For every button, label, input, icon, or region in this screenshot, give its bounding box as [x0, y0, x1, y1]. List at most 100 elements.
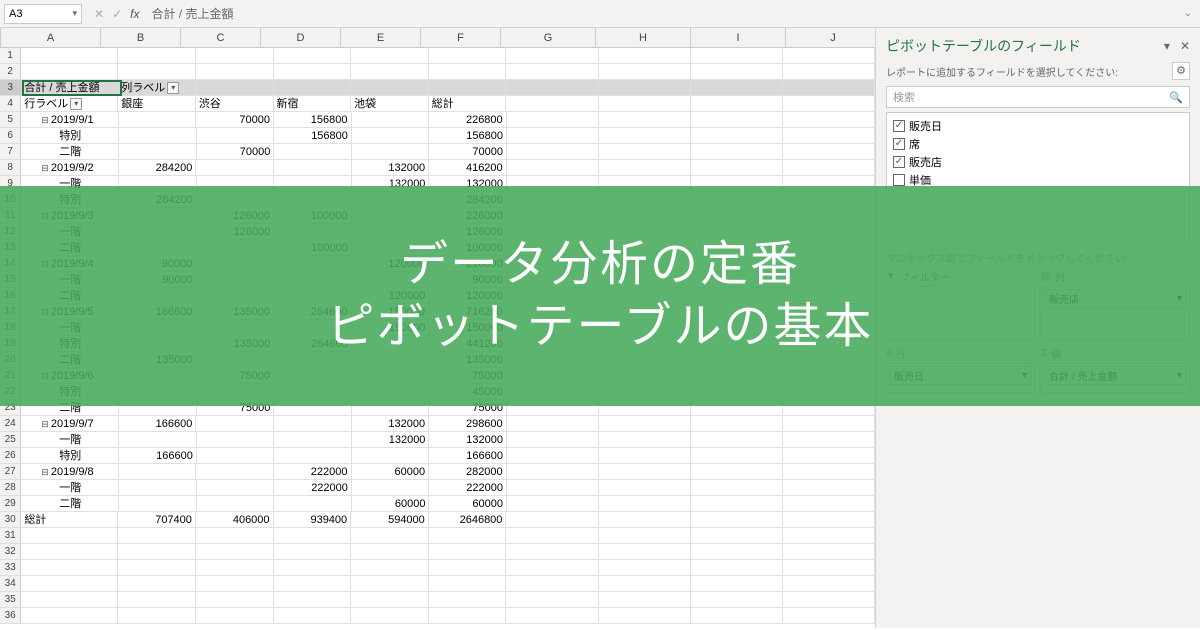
cell[interactable]: 298600: [429, 416, 507, 431]
cell[interactable]: 池袋: [351, 96, 429, 111]
cell[interactable]: [119, 144, 197, 159]
field-search[interactable]: 検索 🔍: [886, 86, 1190, 108]
enter-icon[interactable]: ✓: [112, 7, 122, 21]
cell[interactable]: [119, 112, 197, 127]
cell[interactable]: [351, 80, 429, 95]
row-header[interactable]: 32: [0, 544, 21, 559]
cell[interactable]: [599, 144, 691, 159]
cell[interactable]: [691, 64, 783, 79]
cell[interactable]: [599, 544, 691, 559]
cell[interactable]: [506, 64, 598, 79]
col-header-F[interactable]: F: [421, 28, 501, 47]
cell[interactable]: [351, 560, 429, 575]
cell[interactable]: [274, 528, 352, 543]
collapse-icon[interactable]: ⊟: [41, 163, 49, 173]
cell[interactable]: [429, 608, 507, 623]
cell[interactable]: [351, 528, 429, 543]
cell[interactable]: [352, 448, 430, 463]
cell[interactable]: 156800: [429, 128, 507, 143]
cell[interactable]: [783, 144, 875, 159]
cell[interactable]: [119, 480, 197, 495]
cell[interactable]: 新宿: [274, 96, 352, 111]
cell[interactable]: 60000: [429, 496, 507, 511]
cell[interactable]: [274, 64, 352, 79]
cell[interactable]: 列ラベル▾: [118, 80, 196, 95]
row-header[interactable]: 34: [0, 576, 21, 591]
row-header[interactable]: 6: [0, 128, 21, 143]
cell[interactable]: [21, 592, 118, 607]
cell[interactable]: [429, 576, 507, 591]
cell[interactable]: ⊟2019/9/2: [21, 160, 118, 175]
row-header[interactable]: 25: [0, 432, 21, 447]
cell[interactable]: [351, 608, 429, 623]
cell[interactable]: [599, 496, 691, 511]
cell[interactable]: 60000: [352, 464, 430, 479]
cell[interactable]: [691, 608, 783, 623]
cell[interactable]: [429, 80, 507, 95]
cell[interactable]: [196, 528, 274, 543]
cell[interactable]: [691, 576, 783, 591]
cell[interactable]: [352, 480, 430, 495]
cell[interactable]: [506, 96, 598, 111]
cell[interactable]: [119, 496, 197, 511]
cancel-icon[interactable]: ✕: [94, 7, 104, 21]
cell[interactable]: [506, 48, 598, 63]
cell[interactable]: 406000: [196, 512, 274, 527]
cell[interactable]: [196, 64, 274, 79]
col-header-G[interactable]: G: [501, 28, 596, 47]
filter-dropdown-icon[interactable]: ▾: [70, 98, 82, 110]
cell[interactable]: [196, 592, 274, 607]
cell[interactable]: [599, 464, 691, 479]
row-header[interactable]: 36: [0, 608, 21, 623]
col-header-I[interactable]: I: [691, 28, 786, 47]
cell[interactable]: [274, 416, 352, 431]
cell[interactable]: [197, 128, 275, 143]
cell[interactable]: [21, 48, 118, 63]
collapse-icon[interactable]: ⊟: [41, 467, 49, 477]
fx-icon[interactable]: fx: [130, 7, 139, 21]
cell[interactable]: 二階: [21, 144, 119, 159]
cell[interactable]: [783, 160, 875, 175]
cell[interactable]: [118, 560, 196, 575]
row-header[interactable]: 5: [0, 112, 21, 127]
cell[interactable]: 一階: [21, 432, 119, 447]
col-header-E[interactable]: E: [341, 28, 421, 47]
name-box-dropdown-icon[interactable]: ▾: [72, 8, 77, 19]
cell[interactable]: [691, 448, 783, 463]
cell[interactable]: [599, 416, 691, 431]
cell[interactable]: 132000: [352, 416, 430, 431]
cell[interactable]: [274, 48, 352, 63]
cell[interactable]: 総計: [429, 96, 507, 111]
collapse-icon[interactable]: ⊟: [41, 115, 49, 125]
cell[interactable]: 282000: [429, 464, 507, 479]
name-box[interactable]: A3 ▾: [4, 4, 82, 24]
cell[interactable]: 70000: [197, 144, 275, 159]
cell[interactable]: [691, 512, 783, 527]
cell[interactable]: [507, 480, 599, 495]
cell[interactable]: 2646800: [429, 512, 507, 527]
cell[interactable]: [691, 112, 783, 127]
cell[interactable]: [274, 144, 352, 159]
cell[interactable]: [351, 592, 429, 607]
cell[interactable]: 416200: [429, 160, 507, 175]
cell[interactable]: 渋谷: [196, 96, 274, 111]
cell[interactable]: [197, 480, 275, 495]
cell[interactable]: [118, 48, 196, 63]
cell[interactable]: 222000: [274, 464, 352, 479]
cell[interactable]: 166600: [429, 448, 507, 463]
cell[interactable]: [599, 592, 691, 607]
cell[interactable]: [507, 128, 599, 143]
cell[interactable]: [506, 544, 598, 559]
cell[interactable]: [506, 592, 598, 607]
cell[interactable]: [196, 160, 274, 175]
col-header-D[interactable]: D: [261, 28, 341, 47]
cell[interactable]: [196, 48, 274, 63]
cell[interactable]: [506, 576, 598, 591]
cell[interactable]: [507, 448, 599, 463]
cell[interactable]: [118, 608, 196, 623]
cell[interactable]: [783, 576, 875, 591]
cell[interactable]: [783, 544, 875, 559]
cell[interactable]: [783, 464, 875, 479]
row-header[interactable]: 27: [0, 464, 21, 479]
cell[interactable]: [691, 496, 783, 511]
